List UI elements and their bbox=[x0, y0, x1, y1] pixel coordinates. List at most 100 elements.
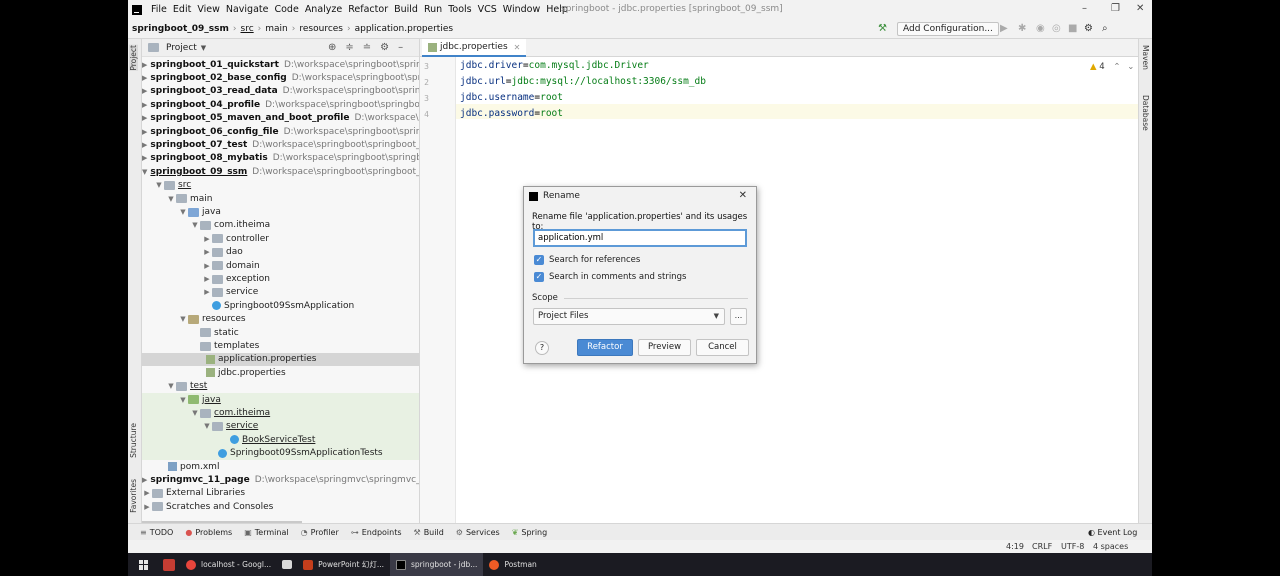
minimize-icon[interactable]: – bbox=[1082, 3, 1087, 14]
tree-resources[interactable]: ▼ resources bbox=[142, 313, 419, 326]
taskbar-intellij[interactable]: springboot - jdb... bbox=[389, 553, 484, 576]
terminal-tab[interactable]: ▣ Terminal bbox=[244, 528, 288, 537]
tree-service[interactable]: ▶ service bbox=[142, 286, 419, 299]
scope-more-button[interactable]: ... bbox=[730, 308, 747, 325]
preview-button[interactable]: Preview bbox=[638, 339, 691, 356]
tree-pom[interactable]: pom.xml bbox=[142, 460, 419, 473]
chevron-right-icon[interactable]: ▶ bbox=[142, 74, 147, 82]
project-panel-title[interactable]: Project bbox=[166, 43, 197, 53]
event-log-tab[interactable]: ◐ Event Log bbox=[1088, 528, 1137, 537]
locate-icon[interactable]: ⊕ bbox=[328, 42, 336, 53]
tree-test-java[interactable]: ▼ java bbox=[142, 393, 419, 407]
structure-tool-tab[interactable]: Structure bbox=[129, 423, 138, 458]
crumb-main[interactable]: main bbox=[261, 24, 292, 34]
chevron-right-icon[interactable]: ▶ bbox=[202, 288, 212, 296]
hammer-icon[interactable]: ⚒ bbox=[878, 23, 887, 34]
tree-exception[interactable]: ▶ exception bbox=[142, 272, 419, 285]
chevron-right-icon[interactable]: ▶ bbox=[142, 503, 152, 511]
chevron-down-icon[interactable]: ▼ bbox=[202, 422, 212, 430]
chevron-down-icon[interactable]: ▼ bbox=[154, 181, 164, 189]
chevron-right-icon[interactable]: ▶ bbox=[202, 248, 212, 256]
tree-test[interactable]: ▼ test bbox=[142, 380, 419, 393]
run-icon[interactable]: ▶ bbox=[1000, 23, 1008, 34]
restore-icon[interactable]: ❐ bbox=[1111, 3, 1120, 14]
profile-icon[interactable]: ◎ bbox=[1052, 23, 1061, 34]
search-comments-checkbox[interactable]: ✓ Search in comments and strings bbox=[534, 272, 686, 282]
code-line[interactable]: jdbc.driver=com.mysql.jdbc.Driver bbox=[460, 60, 649, 71]
debug-icon[interactable]: ✱ bbox=[1018, 23, 1026, 34]
crumb-src[interactable]: src bbox=[237, 24, 258, 34]
menu-refactor[interactable]: Refactor bbox=[345, 4, 391, 15]
tree-external-libraries[interactable]: ▶ External Libraries bbox=[142, 487, 419, 500]
chevron-right-icon[interactable]: ▶ bbox=[142, 87, 147, 95]
favorites-tool-tab[interactable]: Favorites bbox=[129, 479, 138, 513]
tree-application-properties[interactable]: application.properties bbox=[142, 352, 419, 367]
chevron-down-icon[interactable]: ▼ bbox=[166, 195, 176, 203]
tree-java[interactable]: ▼ java bbox=[142, 205, 419, 218]
menu-build[interactable]: Build bbox=[391, 4, 421, 15]
chevron-right-icon[interactable]: ▶ bbox=[142, 141, 147, 149]
chevron-up-icon[interactable]: ⌃ bbox=[1113, 62, 1120, 72]
tab-jdbc-properties[interactable]: jdbc.properties ✕ bbox=[422, 39, 527, 57]
tree-scratches[interactable]: ▶ Scratches and Consoles bbox=[142, 500, 419, 513]
menu-file[interactable]: File bbox=[148, 4, 170, 15]
menu-edit[interactable]: Edit bbox=[170, 4, 194, 15]
tree-test-service[interactable]: ▼ service bbox=[142, 419, 419, 434]
menu-view[interactable]: View bbox=[194, 4, 223, 15]
expand-all-icon[interactable]: ≑ bbox=[345, 42, 353, 53]
chevron-right-icon[interactable]: ▶ bbox=[142, 114, 147, 122]
menu-analyze[interactable]: Analyze bbox=[302, 4, 345, 15]
tree-jdbc-properties[interactable]: jdbc.properties bbox=[142, 366, 419, 379]
tree-module-09[interactable]: ▼ springboot_09_ssm D:\workspace\springboo… bbox=[142, 165, 419, 178]
tree-module-springmvc[interactable]: ▶ springmvc_11_page D:\workspace\springmvc… bbox=[142, 473, 419, 486]
add-configuration-button[interactable]: Add Configuration... bbox=[897, 22, 999, 36]
tree-module-04[interactable]: ▶ springboot_04_profile D:\workspace\sprin… bbox=[142, 98, 419, 111]
chevron-down-icon[interactable]: ▼ bbox=[190, 409, 200, 417]
chevron-down-icon[interactable]: ▼ bbox=[178, 396, 188, 404]
close-window-icon[interactable]: ✕ bbox=[1136, 3, 1144, 14]
endpoints-tab[interactable]: ⊶ Endpoints bbox=[351, 528, 402, 537]
chevron-right-icon[interactable]: ▶ bbox=[142, 489, 152, 497]
project-tool-tab[interactable]: Project bbox=[129, 45, 138, 71]
tree-domain[interactable]: ▶ domain bbox=[142, 259, 419, 272]
menu-run[interactable]: Run bbox=[421, 4, 445, 15]
chevron-down-icon[interactable]: ▼ bbox=[178, 208, 188, 216]
code-line[interactable]: jdbc.url=jdbc:mysql://localhost:3306/ssm… bbox=[460, 76, 706, 87]
profiler-tab[interactable]: ◔ Profiler bbox=[301, 528, 339, 537]
tree-test-package[interactable]: ▼ com.itheima bbox=[142, 406, 419, 420]
tree-package[interactable]: ▼ com.itheima bbox=[142, 219, 419, 232]
help-button[interactable]: ? bbox=[535, 341, 549, 355]
crumb-file[interactable]: application.properties bbox=[351, 24, 457, 34]
todo-tab[interactable]: ≡ TODO bbox=[140, 528, 173, 537]
build-tab[interactable]: ⚒ Build bbox=[414, 528, 444, 537]
windows-start-icon[interactable] bbox=[139, 559, 149, 570]
chevron-down-icon[interactable]: ▼ bbox=[201, 44, 206, 52]
file-encoding[interactable]: UTF-8 bbox=[1061, 542, 1084, 551]
menu-vcs[interactable]: VCS bbox=[475, 4, 500, 15]
tree-dao[interactable]: ▶ dao bbox=[142, 246, 419, 259]
chevron-right-icon[interactable]: ▶ bbox=[142, 128, 147, 136]
tree-module-08[interactable]: ▶ springboot_08_mybatis D:\workspace\sprin… bbox=[142, 152, 419, 165]
cancel-button[interactable]: Cancel bbox=[696, 339, 749, 356]
database-tool-tab[interactable]: Database bbox=[1141, 95, 1150, 131]
tree-module-05[interactable]: ▶ springboot_05_maven_and_boot_profile D:\… bbox=[142, 112, 419, 125]
line-separator[interactable]: CRLF bbox=[1032, 542, 1052, 551]
tree-templates[interactable]: templates bbox=[142, 339, 419, 352]
menu-code[interactable]: Code bbox=[271, 4, 301, 15]
tree-module-02[interactable]: ▶ springboot_02_base_config D:\workspace\s… bbox=[142, 71, 419, 84]
crumb-project[interactable]: springboot_09_ssm bbox=[128, 24, 233, 34]
menu-navigate[interactable]: Navigate bbox=[223, 4, 272, 15]
app-launcher-icon[interactable] bbox=[163, 558, 175, 571]
refactor-button[interactable]: Refactor bbox=[577, 339, 633, 356]
chevron-right-icon[interactable]: ▶ bbox=[142, 101, 147, 109]
collapse-all-icon[interactable]: ≐ bbox=[363, 42, 371, 53]
tree-controller[interactable]: ▶ controller bbox=[142, 232, 419, 245]
tree-module-01[interactable]: ▶ springboot_01_quickstart D:\workspace\sp… bbox=[142, 58, 419, 71]
new-name-input[interactable] bbox=[533, 229, 747, 247]
coverage-icon[interactable]: ◉ bbox=[1036, 23, 1045, 34]
indent-setting[interactable]: 4 spaces bbox=[1093, 542, 1128, 551]
stop-icon[interactable]: ■ bbox=[1068, 23, 1077, 34]
taskbar-powerpoint[interactable]: PowerPoint 幻灯... bbox=[297, 553, 390, 576]
maven-tool-tab[interactable]: Maven bbox=[1141, 45, 1150, 70]
tree-module-07[interactable]: ▶ springboot_07_test D:\workspace\springbo… bbox=[142, 138, 419, 151]
